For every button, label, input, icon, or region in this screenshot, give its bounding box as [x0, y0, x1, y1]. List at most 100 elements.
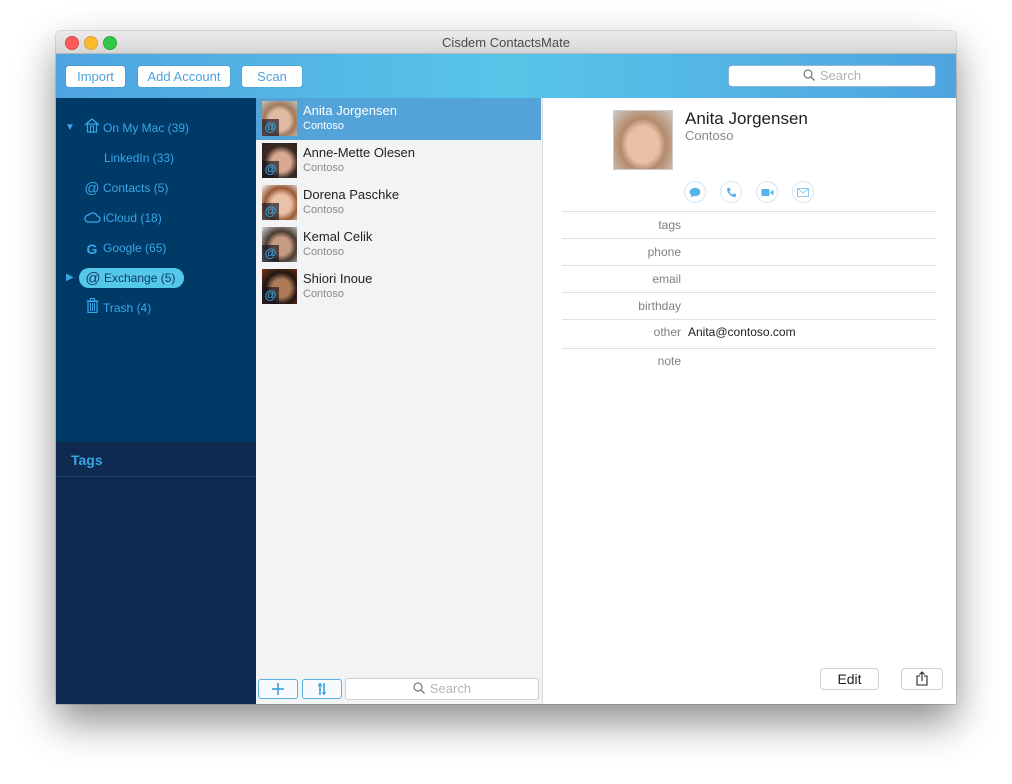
- divider: [562, 319, 936, 320]
- detail-name: Anita Jorgensen: [685, 109, 808, 128]
- title-bar: Cisdem ContactsMate: [56, 31, 956, 54]
- message-button[interactable]: [684, 181, 706, 203]
- field-label-note: note: [657, 354, 681, 368]
- contact-name: Anne-Mette Olesen: [303, 145, 416, 160]
- contact-org: Contoso: [303, 162, 344, 174]
- exchange-badge-icon: @: [262, 287, 279, 304]
- field-label-phone: phone: [647, 245, 681, 259]
- sort-icon: [317, 682, 327, 696]
- app-window: Cisdem ContactsMate Import Add Account S…: [56, 31, 956, 704]
- search-icon: [413, 682, 425, 695]
- sidebar-item-label: Google (65): [103, 241, 167, 255]
- sort-button[interactable]: [302, 679, 342, 699]
- window-title: Cisdem ContactsMate: [442, 35, 570, 50]
- contact-avatar: @: [262, 269, 297, 304]
- sidebar-item-exchange[interactable]: @ Exchange (5): [79, 268, 185, 288]
- contact-avatar: @: [262, 227, 297, 262]
- contact-detail: Anita Jorgensen Contoso tags phone email…: [543, 98, 956, 704]
- sidebar-item-label: On My Mac (39): [103, 121, 190, 135]
- sidebar-item-label: iCloud (18): [103, 211, 162, 225]
- global-search-input[interactable]: Search: [728, 65, 936, 87]
- call-button[interactable]: [720, 181, 742, 203]
- contact-search-input[interactable]: Search: [345, 678, 539, 700]
- detail-org: Contoso: [685, 128, 734, 143]
- contact-photo[interactable]: [613, 110, 673, 170]
- search-icon: [803, 69, 815, 82]
- sidebar-item-trash[interactable]: Trash (4): [84, 298, 151, 318]
- share-icon: [916, 671, 928, 686]
- phone-icon: [726, 187, 736, 197]
- divider: [562, 211, 936, 212]
- contact-list-footer: Search: [256, 675, 542, 704]
- sidebar: ▼ On My Mac (39) LinkedIn (33) @ Contacts…: [56, 98, 256, 704]
- field-label-other: other: [653, 325, 681, 339]
- mail-icon: [797, 187, 809, 197]
- share-button[interactable]: [901, 668, 943, 690]
- accounts-list: ▼ On My Mac (39) LinkedIn (33) @ Contacts…: [56, 98, 256, 442]
- tags-section-header: Tags: [56, 442, 256, 477]
- zoom-window-button[interactable]: [103, 36, 117, 50]
- sidebar-item-linkedin[interactable]: LinkedIn (33): [104, 148, 174, 168]
- mail-button[interactable]: [792, 181, 814, 203]
- disclosure-expanded-icon[interactable]: ▼: [65, 122, 75, 133]
- sidebar-item-label: Exchange (5): [104, 271, 176, 285]
- minimize-window-button[interactable]: [84, 36, 98, 50]
- add-contact-button[interactable]: [258, 679, 298, 699]
- contact-name: Shiori Inoue: [303, 271, 373, 286]
- sidebar-item-icloud[interactable]: iCloud (18): [84, 208, 162, 228]
- at-icon: @: [84, 179, 100, 197]
- google-icon: G: [86, 240, 98, 257]
- divider: [562, 348, 936, 349]
- divider: [562, 292, 936, 293]
- exchange-badge-icon: @: [262, 203, 279, 220]
- contact-row[interactable]: @ Dorena Paschke Contoso: [256, 182, 541, 224]
- contact-org: Contoso: [303, 288, 344, 300]
- exchange-badge-icon: @: [262, 161, 279, 178]
- contact-row[interactable]: @ Kemal Celik Contoso: [256, 224, 541, 266]
- trash-icon: [84, 298, 100, 319]
- contact-row[interactable]: @ Anita Jorgensen Contoso: [256, 98, 541, 140]
- divider: [562, 238, 936, 239]
- exchange-badge-icon: @: [262, 245, 279, 262]
- contact-list: @ Anita Jorgensen Contoso @ Anne-Mette O…: [256, 98, 543, 704]
- sidebar-item-contacts[interactable]: @ Contacts (5): [84, 178, 168, 198]
- field-label-tags: tags: [658, 218, 681, 232]
- global-search-placeholder: Search: [819, 68, 862, 83]
- toolbar: Import Add Account Scan Search: [56, 54, 956, 98]
- sidebar-item-label: Contacts (5): [103, 181, 169, 195]
- sidebar-item-google[interactable]: G Google (65): [84, 238, 167, 258]
- exchange-badge-icon: @: [262, 119, 279, 136]
- contact-avatar: @: [262, 185, 297, 220]
- close-window-button[interactable]: [65, 36, 79, 50]
- plus-icon: [272, 683, 284, 695]
- field-label-email: email: [652, 272, 681, 286]
- contact-name: Dorena Paschke: [303, 187, 400, 202]
- field-value-other[interactable]: Anita@contoso.com: [688, 325, 796, 339]
- cloud-icon: [84, 209, 101, 229]
- at-icon: @: [85, 269, 101, 287]
- add-account-button[interactable]: Add Account: [138, 66, 230, 87]
- message-icon: [689, 187, 701, 197]
- field-label-birthday: birthday: [638, 299, 681, 313]
- video-button[interactable]: [756, 181, 778, 203]
- scan-button[interactable]: Scan: [242, 66, 302, 87]
- sidebar-item-label: LinkedIn (33): [104, 151, 175, 165]
- edit-button[interactable]: Edit: [820, 668, 879, 690]
- contact-org: Contoso: [303, 246, 344, 258]
- contact-org: Contoso: [303, 204, 344, 216]
- sidebar-item-on-my-mac[interactable]: On My Mac (39): [84, 118, 189, 138]
- contact-org: Contoso: [303, 120, 344, 132]
- video-icon: [761, 188, 773, 196]
- contact-name: Kemal Celik: [303, 229, 373, 244]
- divider: [562, 265, 936, 266]
- import-button[interactable]: Import: [66, 66, 125, 87]
- contact-search-placeholder: Search: [429, 681, 472, 696]
- house-icon: [84, 118, 100, 139]
- contact-avatar: @: [262, 143, 297, 178]
- sidebar-item-label: Trash (4): [103, 301, 152, 315]
- contact-row[interactable]: @ Shiori Inoue Contoso: [256, 266, 541, 308]
- contact-row[interactable]: @ Anne-Mette Olesen Contoso: [256, 140, 541, 182]
- disclosure-collapsed-icon[interactable]: ▶: [66, 272, 74, 283]
- contact-avatar: @: [262, 101, 297, 136]
- contact-name: Anita Jorgensen: [303, 103, 397, 118]
